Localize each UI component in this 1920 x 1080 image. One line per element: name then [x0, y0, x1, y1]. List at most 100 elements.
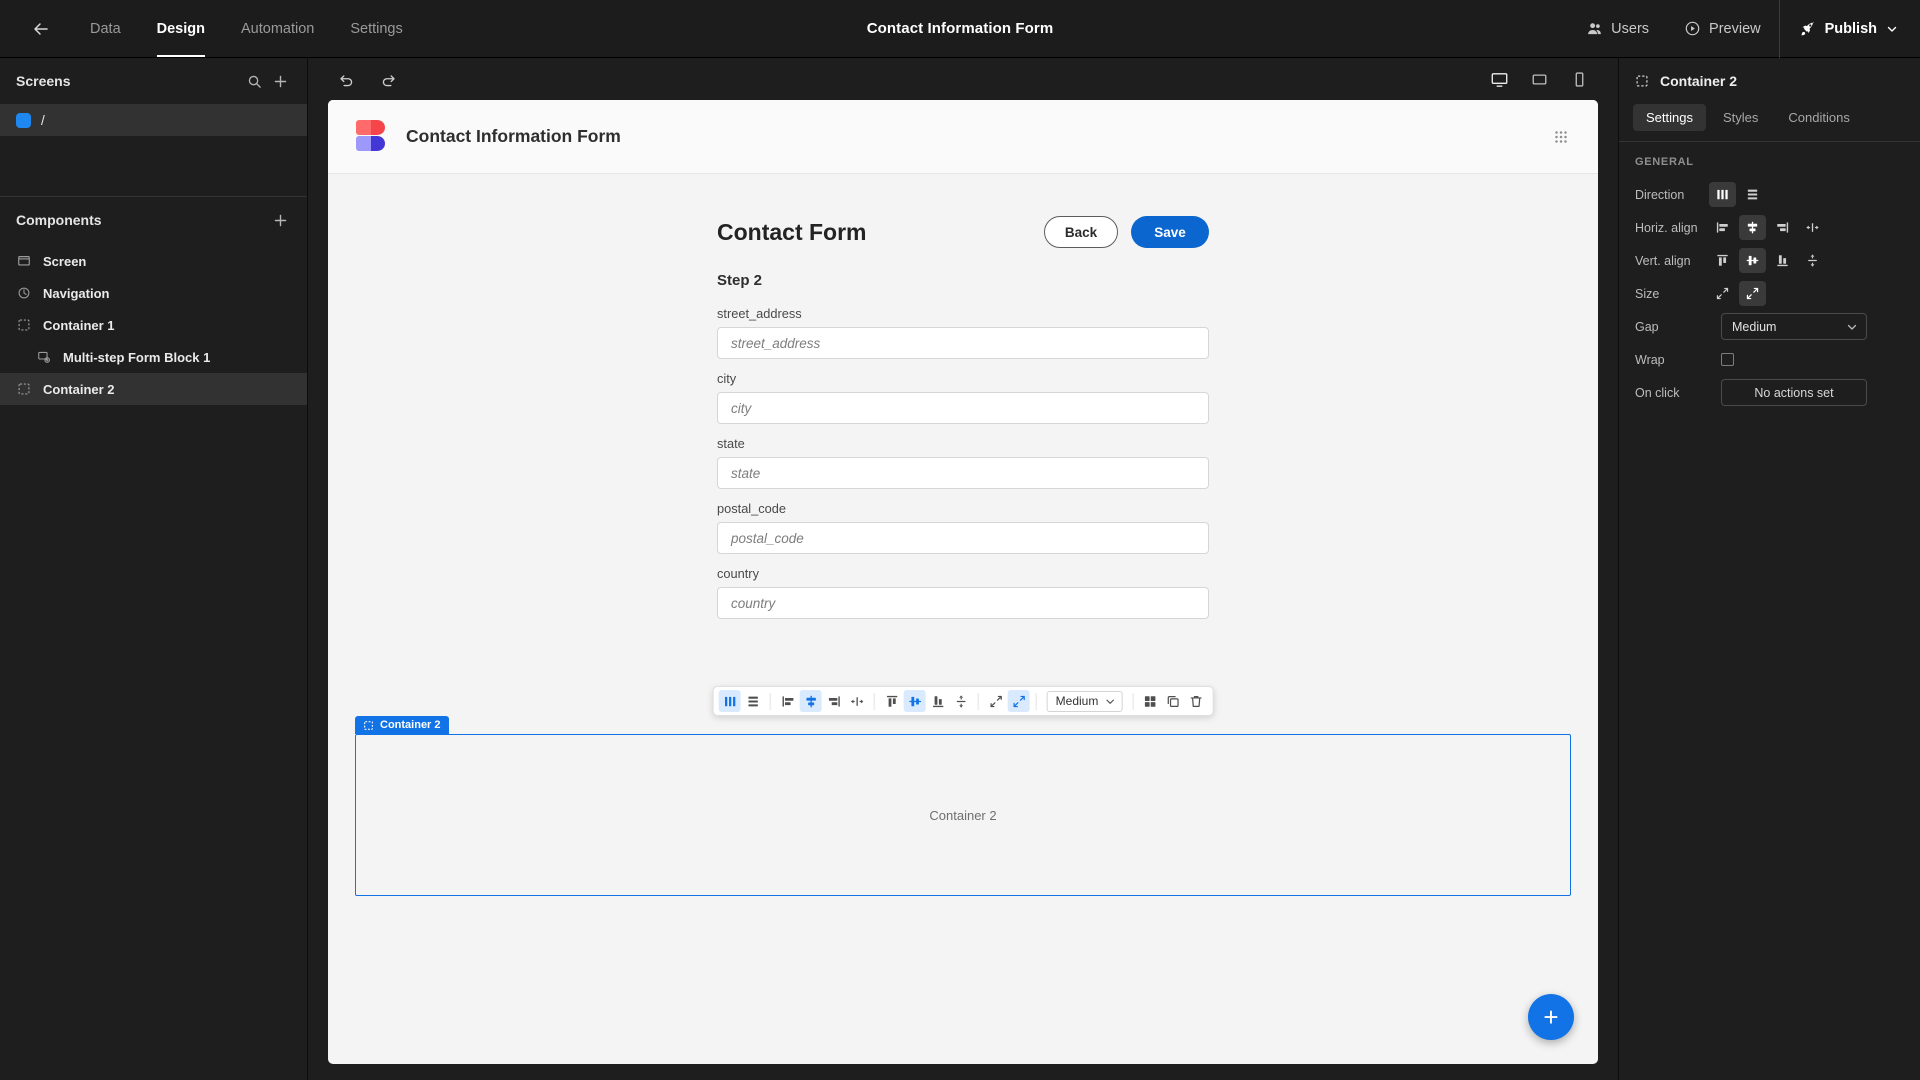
screens-title: Screens: [16, 73, 71, 89]
app-logo-icon: [356, 119, 390, 154]
chevron-down-icon[interactable]: [1886, 23, 1898, 35]
redo-icon[interactable]: [376, 67, 400, 91]
valign-middle-icon[interactable]: [1739, 248, 1766, 273]
halign-left-icon[interactable]: [777, 690, 799, 712]
preview-button[interactable]: Preview: [1667, 0, 1779, 57]
chevron-down-icon: [1846, 321, 1858, 333]
back-button[interactable]: Back: [1044, 216, 1118, 248]
city-input[interactable]: city: [717, 392, 1209, 424]
components-header: Components: [0, 197, 307, 243]
halign-right-icon[interactable]: [823, 690, 845, 712]
preview-canvas: Contact Information Form Contact Form Ba…: [328, 100, 1598, 1064]
tab-settings[interactable]: Settings: [1633, 104, 1706, 131]
users-label: Users: [1611, 20, 1650, 37]
container-2-badge-label: Container 2: [380, 719, 441, 731]
halign-space-between-icon[interactable]: [846, 690, 868, 712]
publish-button[interactable]: Publish: [1780, 0, 1920, 57]
state-input[interactable]: state: [717, 457, 1209, 489]
main-body: Screens / Components Screen Navigation C…: [0, 58, 1920, 1080]
container-icon: [363, 720, 374, 731]
tablet-view-icon[interactable]: [1526, 66, 1552, 92]
undo-icon[interactable]: [334, 67, 358, 91]
postal-code-input[interactable]: postal_code: [717, 522, 1209, 554]
prop-gap-label: Gap: [1635, 319, 1659, 334]
country-input[interactable]: country: [717, 587, 1209, 619]
play-circle-icon: [1685, 21, 1700, 36]
direction-vertical-icon[interactable]: [1739, 182, 1766, 207]
top-bar: Data Design Automation Settings Contact …: [0, 0, 1920, 58]
tab-design[interactable]: Design: [139, 0, 223, 57]
halign-right-icon[interactable]: [1769, 215, 1796, 240]
size-grow-icon[interactable]: [1739, 281, 1766, 306]
form-actions: Back Save: [1044, 216, 1209, 248]
valign-bottom-icon[interactable]: [1769, 248, 1796, 273]
add-screen-icon[interactable]: [267, 68, 293, 94]
tab-styles[interactable]: Styles: [1710, 104, 1771, 131]
halign-left-icon[interactable]: [1709, 215, 1736, 240]
tab-data[interactable]: Data: [72, 0, 139, 57]
valign-stretch-icon[interactable]: [950, 690, 972, 712]
grid-menu-icon[interactable]: [1552, 128, 1570, 146]
add-component-fab[interactable]: +: [1528, 994, 1574, 1040]
gap-select[interactable]: Medium: [1721, 313, 1867, 340]
duplicate-icon[interactable]: [1162, 690, 1184, 712]
container-2-placeholder: Container 2: [929, 807, 997, 823]
field-label: state: [717, 436, 745, 451]
component-item-container-2[interactable]: Container 2: [0, 373, 307, 405]
field-state: state state: [717, 436, 1209, 489]
tab-settings[interactable]: Settings: [332, 0, 420, 57]
users-button[interactable]: Users: [1569, 0, 1667, 57]
container-2-badge[interactable]: Container 2: [355, 716, 449, 734]
component-item-navigation[interactable]: Navigation: [0, 277, 307, 309]
direction-vertical-icon[interactable]: [742, 690, 764, 712]
save-button[interactable]: Save: [1131, 216, 1209, 248]
add-component-icon[interactable]: [267, 207, 293, 233]
gap-select[interactable]: Medium: [1046, 690, 1123, 712]
valign-stretch-icon[interactable]: [1799, 248, 1826, 273]
halign-space-between-icon[interactable]: [1799, 215, 1826, 240]
container-2-dropzone[interactable]: Container 2: [355, 734, 1571, 896]
rocket-icon: [1800, 21, 1816, 37]
wrap-checkbox[interactable]: [1721, 353, 1734, 366]
halign-center-icon[interactable]: [799, 690, 822, 712]
field-country: country country: [717, 566, 1209, 619]
valign-bottom-icon[interactable]: [927, 690, 949, 712]
valign-top-icon[interactable]: [1709, 248, 1736, 273]
search-icon[interactable]: [241, 68, 267, 94]
screens-header: Screens: [0, 58, 307, 104]
right-sidebar: Container 2 Settings Styles Conditions G…: [1618, 58, 1920, 1080]
gap-value: Medium: [1055, 694, 1099, 708]
valign-middle-icon[interactable]: [903, 690, 926, 712]
prop-horiz-align: Horiz. align: [1619, 211, 1920, 244]
field-street-address: street_address street_address: [717, 306, 1209, 359]
street-address-input[interactable]: street_address: [717, 327, 1209, 359]
container-icon: [1635, 74, 1649, 88]
canvas-area: Contact Information Form Contact Form Ba…: [308, 58, 1618, 1080]
direction-horizontal-icon[interactable]: [1709, 182, 1736, 207]
valign-top-icon[interactable]: [881, 690, 903, 712]
delete-icon[interactable]: [1185, 690, 1207, 712]
halign-center-icon[interactable]: [1739, 215, 1766, 240]
field-label: street_address: [717, 306, 802, 321]
size-shrink-icon[interactable]: [985, 690, 1007, 712]
field-postal-code: postal_code postal_code: [717, 501, 1209, 554]
layout-grid-icon[interactable]: [1139, 690, 1161, 712]
tab-conditions[interactable]: Conditions: [1775, 104, 1862, 131]
desktop-view-icon[interactable]: [1486, 66, 1512, 92]
tab-automation[interactable]: Automation: [223, 0, 332, 57]
screen-item-root[interactable]: /: [0, 104, 307, 136]
component-item-multi-step-form-block-1[interactable]: Multi-step Form Block 1: [0, 341, 307, 373]
screen-item-label: /: [41, 112, 45, 128]
on-click-actions-button[interactable]: No actions set: [1721, 379, 1867, 406]
mobile-view-icon[interactable]: [1566, 66, 1592, 92]
prop-size-label: Size: [1635, 286, 1660, 301]
publish-label: Publish: [1824, 20, 1877, 37]
component-item-screen[interactable]: Screen: [0, 245, 307, 277]
component-item-container-1[interactable]: Container 1: [0, 309, 307, 341]
prop-wrap: Wrap: [1619, 343, 1920, 376]
size-shrink-icon[interactable]: [1709, 281, 1736, 306]
size-grow-icon[interactable]: [1007, 690, 1030, 712]
direction-horizontal-icon[interactable]: [718, 690, 741, 712]
preview-page-header: Contact Information Form: [328, 100, 1598, 174]
back-arrow-icon[interactable]: [18, 19, 64, 39]
